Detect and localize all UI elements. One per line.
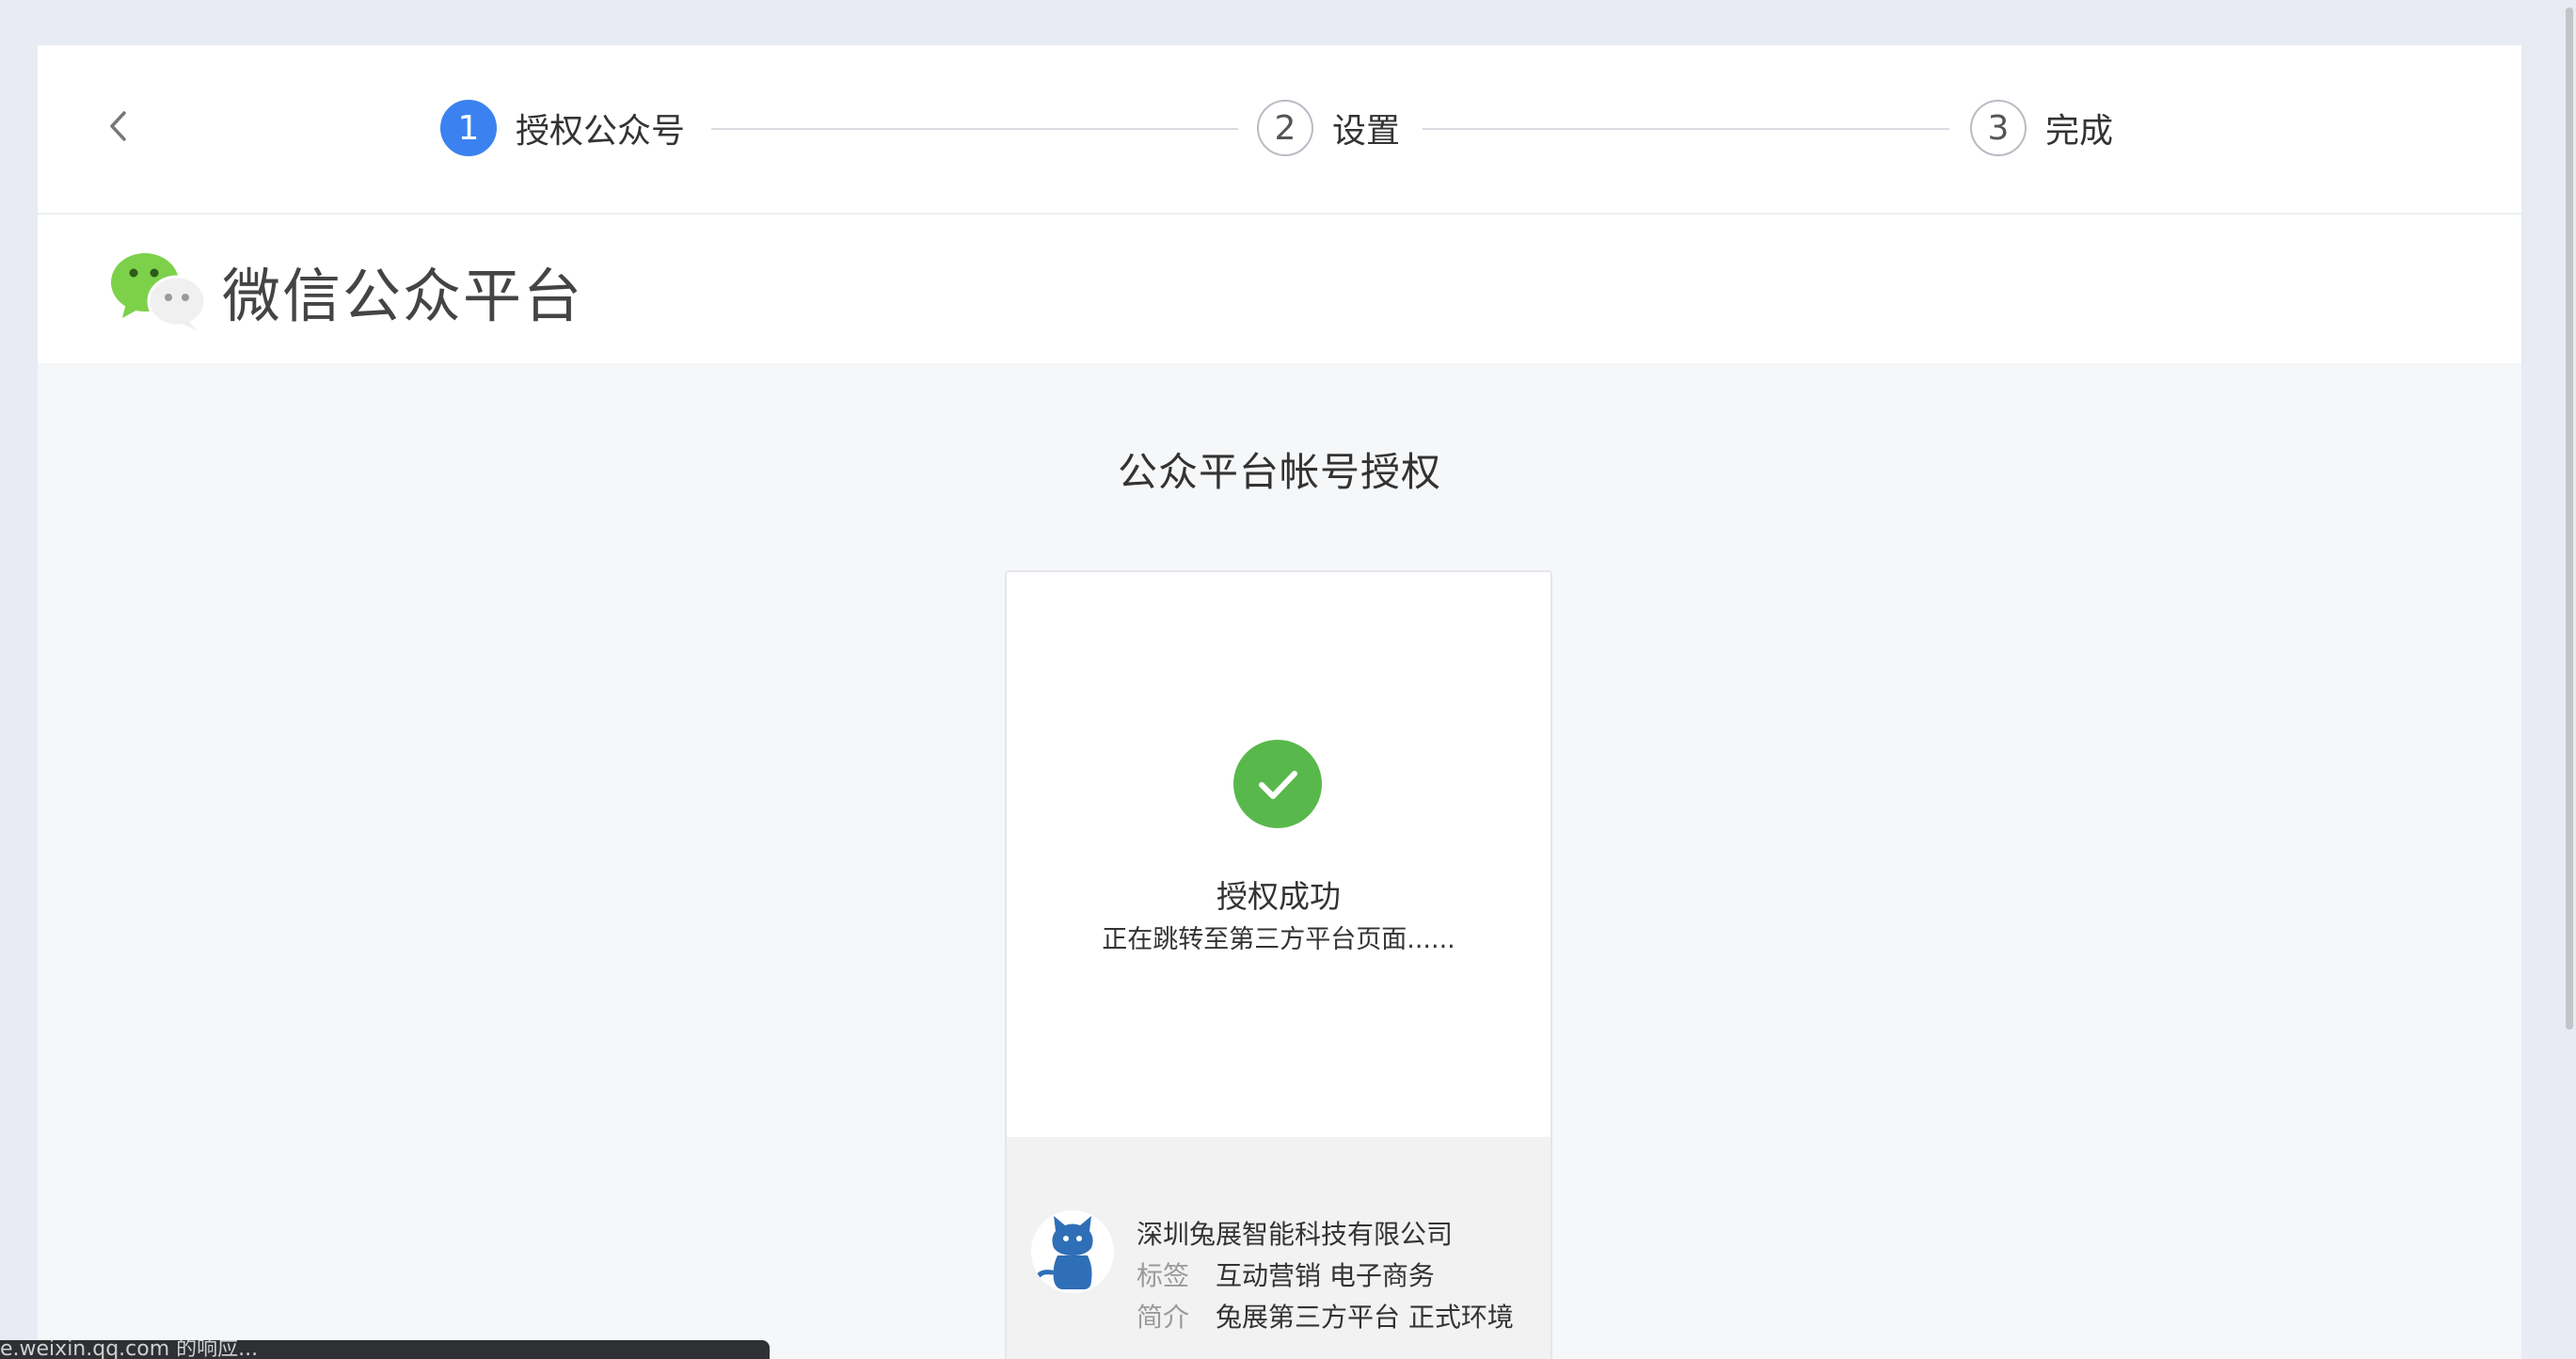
step-2-number: 2	[1257, 100, 1313, 156]
step-1-number: 1	[440, 100, 497, 156]
avatar	[1031, 1210, 1114, 1293]
platform-title: 微信公众平台	[222, 262, 584, 330]
tags-value: 互动营销 电子商务	[1216, 1260, 1435, 1291]
intro-value: 兔展第三方平台 正式环境	[1216, 1302, 1514, 1333]
status-subtitle: 正在跳转至第三方平台页面......	[1102, 925, 1455, 954]
step-connector-1	[711, 128, 1238, 130]
step-3: 3 完成	[1970, 98, 2113, 158]
scrollbar-thumb[interactable]	[2566, 8, 2573, 1030]
browser-status-bar: e.weixin.qq.com 的响应...	[0, 1340, 770, 1359]
step-1: 1 授权公众号	[440, 98, 685, 158]
step-2: 2 设置	[1257, 98, 1400, 158]
step-2-label: 设置	[1332, 112, 1401, 151]
account-name: 深圳兔展智能科技有限公司	[1137, 1219, 1454, 1250]
account-info-panel: 深圳兔展智能科技有限公司 标签 互动营销 电子商务 简介 兔展第三方平台 正式环境	[1007, 1137, 1550, 1359]
page-title: 公众平台帐号授权	[1117, 449, 1441, 495]
wechat-logo-icon	[111, 253, 207, 331]
account-tags-row: 标签 互动营销 电子商务	[1137, 1255, 1435, 1293]
intro-label: 简介	[1137, 1302, 1190, 1333]
stepper-header: 1 授权公众号 2 设置 3 完成	[38, 45, 2521, 215]
step-3-label: 完成	[2045, 112, 2114, 151]
cat-avatar-icon	[1034, 1216, 1093, 1289]
page-frame: 1 授权公众号 2 设置 3 完成 微信公众平台 公众平台帐号授权 授权成功 正…	[38, 45, 2521, 1359]
check-circle-icon	[1233, 740, 1322, 828]
checkmark-icon	[1259, 771, 1297, 799]
tags-label: 标签	[1137, 1260, 1190, 1291]
step-1-label: 授权公众号	[516, 112, 686, 151]
account-intro-row: 简介 兔展第三方平台 正式环境	[1137, 1297, 1514, 1335]
step-connector-2	[1423, 128, 1949, 130]
step-3-number: 3	[1970, 100, 2027, 156]
chevron-left-icon	[110, 111, 126, 141]
platform-header: 微信公众平台	[38, 215, 2521, 363]
status-title: 授权成功	[1216, 878, 1341, 915]
back-button[interactable]	[92, 100, 145, 152]
status-bar-text: e.weixin.qq.com 的响应...	[0, 1340, 259, 1359]
authorization-card: 授权成功 正在跳转至第三方平台页面...... 深圳兔展智能科技有限公司 标签互…	[1005, 570, 1552, 1359]
